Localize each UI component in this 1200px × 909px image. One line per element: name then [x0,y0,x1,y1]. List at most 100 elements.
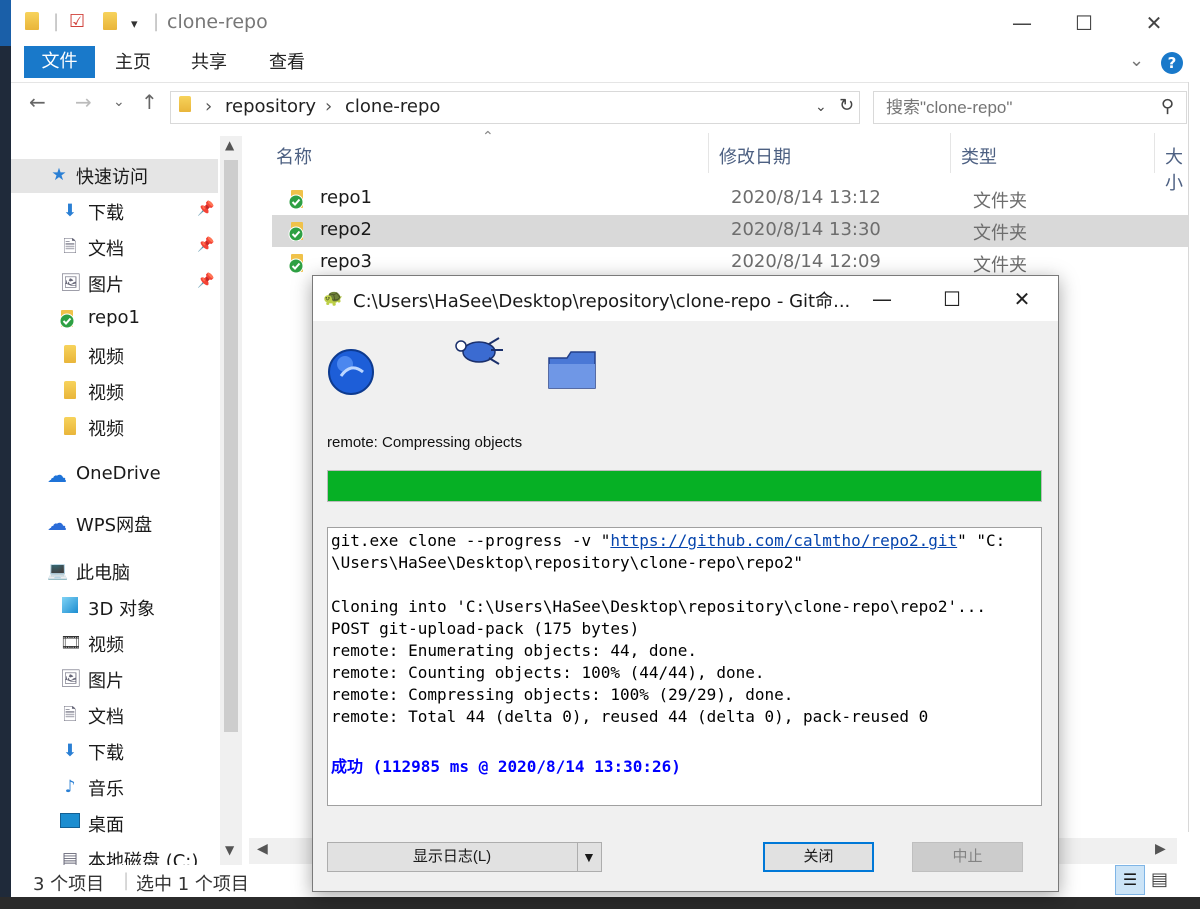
column-separator[interactable] [950,133,951,173]
sidebar-item-this-pc[interactable]: 💻 此电脑 [11,555,218,589]
sidebar-item-documents[interactable]: 🗎 文档 [11,699,218,733]
computer-icon: 💻 [47,561,69,581]
expand-ribbon-chevron-icon[interactable]: ⌄ [1129,50,1144,71]
help-icon[interactable]: ? [1161,52,1183,74]
sidebar-item-label: 3D 对象 [88,599,156,620]
dialog-title-bar: 🐢 C:\Users\HaSee\Desktop\repository\clon… [313,276,1058,321]
sidebar-item-label: 视频 [88,383,124,404]
back-arrow-icon[interactable]: ← [29,90,46,114]
download-icon: ⬇ [62,741,78,761]
close-button[interactable]: ✕ [1131,8,1177,38]
column-separator[interactable] [1154,133,1155,173]
ribbon: 文件 主页 共享 查看 ⌄ ? [11,46,1188,83]
scroll-down-icon[interactable]: ▼ [225,843,234,857]
folder-icon [25,12,39,35]
sidebar-item-downloads[interactable]: ⬇ 下载 [11,735,218,769]
dropdown-arrow-icon[interactable]: ▼ [582,843,596,871]
minimize-button[interactable]: — [999,8,1045,38]
sidebar-item-music[interactable]: ♪ 音乐 [11,771,218,805]
sidebar-item-label: 此电脑 [76,563,130,584]
scroll-left-icon[interactable]: ◀ [257,841,268,857]
sidebar-item-label: 图片 [88,671,124,692]
large-icons-view-icon[interactable]: ▤ [1151,869,1168,890]
close-dialog-button[interactable]: 关闭 [763,842,874,872]
scrollbar-thumb[interactable] [224,160,238,732]
maximize-button[interactable]: ☐ [929,284,975,314]
sidebar-item-onedrive[interactable]: ☁ OneDrive [11,459,218,493]
address-history-chevron-icon[interactable]: ⌄ [815,99,827,115]
up-arrow-icon[interactable]: ↑ [141,90,158,114]
log-text: " "C: [957,531,1006,550]
sidebar-item-repo1[interactable]: repo1 [11,303,218,337]
sidebar-item-label: repo1 [88,307,140,328]
scroll-right-icon[interactable]: ▶ [1155,841,1166,857]
sidebar-item-label: 快速访问 [76,167,148,188]
taskbar-strip [0,897,1200,909]
sidebar-item-local-disk[interactable]: ▤ 本地磁盘 (C:) [11,843,218,865]
sidebar-item-label: 下载 [88,743,124,764]
tab-file[interactable]: 文件 [24,46,95,78]
output-log[interactable]: git.exe clone --progress -v "https://git… [327,527,1042,806]
forward-arrow-icon[interactable]: → [75,90,92,114]
quick-access-dropdown-icon[interactable]: ▾ [131,15,138,35]
sidebar-item-downloads[interactable]: ⬇ 下载 📌 [11,195,218,229]
close-button[interactable]: ✕ [999,284,1045,314]
sidebar-item-desktop[interactable]: 桌面 [11,807,218,841]
sidebar-item-label: 音乐 [88,779,124,800]
breadcrumb-separator-icon[interactable]: › [205,96,212,117]
tab-share[interactable]: 共享 [191,46,227,80]
pin-icon[interactable]: 📌 [197,237,214,253]
title-bar: | ☑ ▾ | clone-repo — ☐ ✕ [11,0,1188,46]
search-icon[interactable]: ⚲ [1161,96,1174,117]
folder-icon [60,381,80,401]
column-header-date[interactable]: 修改日期 [719,143,791,169]
search-box[interactable]: ⚲ [873,91,1187,124]
recent-locations-chevron-icon[interactable]: ⌄ [113,94,125,110]
sidebar-item-pictures[interactable]: 🖼 图片 [11,663,218,697]
abort-button[interactable]: 中止 [912,842,1023,872]
sidebar-item-videos[interactable]: 🎞 视频 [11,627,218,661]
table-row[interactable]: repo1 2020/8/14 13:12 文件夹 [272,183,1188,215]
sidebar-item-videos[interactable]: 视频 [11,339,218,373]
column-separator[interactable] [708,133,709,173]
pin-icon[interactable]: 📌 [197,273,214,289]
repo-url-link[interactable]: https://github.com/calmtho/repo2.git [610,531,957,550]
sidebar-item-label: 文档 [88,239,124,260]
address-bar[interactable]: › repository › clone-repo ⌄ ↻ [170,91,860,124]
breadcrumb-separator-icon[interactable]: › [325,96,332,117]
sidebar-item-videos[interactable]: 视频 [11,411,218,445]
tab-home[interactable]: 主页 [115,46,151,80]
sidebar-item-quick-access[interactable]: ★ 快速访问 [11,159,218,193]
pin-icon[interactable]: 📌 [197,201,214,217]
column-header-name[interactable]: 名称 [276,143,312,169]
selected-count: 选中 1 个项目 [136,874,249,895]
table-row-selected[interactable]: repo2 2020/8/14 13:30 文件夹 [272,215,1188,247]
folder-icon [60,417,80,437]
maximize-button[interactable]: ☐ [1061,8,1107,38]
new-folder-icon[interactable] [103,12,117,35]
show-log-button[interactable]: 显示日志(L) ▼ [327,842,602,872]
tab-view[interactable]: 查看 [269,46,305,80]
separator [577,843,578,871]
details-view-icon[interactable]: ☰ [1115,865,1145,895]
download-icon: ⬇ [62,201,78,221]
sidebar-item-3d-objects[interactable]: 3D 对象 [11,591,218,625]
document-icon: 🗎 [63,237,77,257]
navigation-bar: ← → ⌄ ↑ › repository › clone-repo ⌄ ↻ ⚲ [11,84,1188,130]
minimize-button[interactable]: — [859,284,905,314]
breadcrumb-clone-repo[interactable]: clone-repo [345,96,440,117]
sidebar-item-pictures[interactable]: 🖼 图片 📌 [11,267,218,301]
search-input[interactable] [884,93,1138,123]
refresh-icon[interactable]: ↻ [839,95,854,116]
sidebar-item-videos[interactable]: 视频 [11,375,218,409]
sidebar-item-wps[interactable]: ☁ WPS网盘 [11,507,218,541]
navigation-pane-scrollbar[interactable]: ▲ ▼ [220,136,242,865]
sidebar-item-label: WPS网盘 [76,515,153,536]
breadcrumb-repository[interactable]: repository [225,96,316,117]
sidebar-item-label: 本地磁盘 (C:) [88,851,199,865]
picture-icon: 🖼 [60,273,82,293]
sidebar-item-documents[interactable]: 🗎 文档 📌 [11,231,218,265]
column-header-type[interactable]: 类型 [961,143,997,169]
scroll-up-icon[interactable]: ▲ [225,138,234,152]
properties-icon[interactable]: ☑ [69,12,85,32]
